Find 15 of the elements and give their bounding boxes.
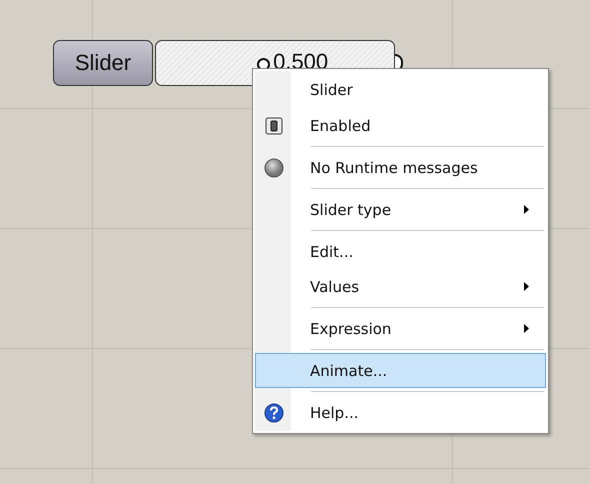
menu-item[interactable]: Enabled: [255, 108, 546, 143]
help-icon: [264, 402, 284, 422]
menu-item[interactable]: Animate...: [255, 353, 546, 388]
menu-item[interactable]: No Runtime messages: [255, 150, 546, 185]
slider-name: Slider: [53, 40, 153, 86]
submenu-arrow-icon: [524, 205, 529, 214]
menu-item[interactable]: Slider type: [255, 192, 546, 227]
menu-item[interactable]: Edit...: [255, 234, 546, 269]
submenu-arrow-icon: [524, 282, 529, 291]
submenu-arrow-icon: [524, 324, 529, 333]
toggle-icon: [265, 116, 283, 134]
menu-item[interactable]: Values: [255, 269, 546, 304]
menu-item[interactable]: Expression: [255, 311, 546, 346]
menu-item[interactable]: Help...: [255, 395, 546, 430]
status-icon: [264, 158, 284, 178]
